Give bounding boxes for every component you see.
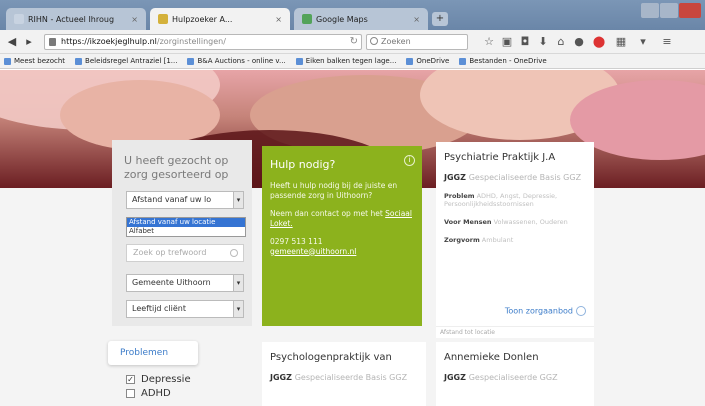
result-footer: Afstand tot locatie bbox=[436, 326, 594, 338]
help-card: Hulp nodig? i Heeft u hulp nodig bij de … bbox=[262, 146, 422, 326]
browser-tab-bar: RIHN - Actueel Ihroug × Hulpzoeker A... … bbox=[0, 0, 705, 30]
sort-select[interactable]: Afstand vanaf uw lo ▾ bbox=[126, 191, 244, 209]
chevron-down-icon[interactable]: ▾ bbox=[636, 35, 650, 49]
extension-icon[interactable]: ▦ bbox=[614, 35, 628, 49]
page-icon bbox=[14, 14, 24, 24]
age-select[interactable]: Leeftijd cliënt ▾ bbox=[126, 300, 244, 318]
back-arrow-icon[interactable]: ◀ bbox=[5, 35, 19, 49]
sort-dropdown-list: Afstand vanaf uw locatie Alfabet bbox=[126, 217, 246, 237]
result-name: Psychiatrie Praktijk J.A bbox=[444, 152, 556, 163]
tab-hulpzoeker[interactable]: Hulpzoeker A... × bbox=[150, 8, 290, 30]
bookmark-item[interactable]: Eiken balken tegen lage... bbox=[295, 57, 396, 65]
result-category: JGGZ Gespecialiseerde Basis GGZ bbox=[444, 173, 582, 182]
url-path: /zorginstellingen/ bbox=[156, 37, 226, 46]
close-icon[interactable]: × bbox=[275, 15, 282, 24]
url-host: https://ikzoekjeglhulp.nl bbox=[61, 37, 157, 46]
dropdown-option[interactable]: Afstand vanaf uw locatie bbox=[127, 218, 245, 227]
page-content: U heeft gezocht op zorg gesorteerd op Af… bbox=[0, 70, 705, 406]
help-contact-details: 0297 513 111 gemeente@uithoorn.nl bbox=[270, 237, 414, 256]
addon-icon[interactable]: ● bbox=[572, 35, 586, 49]
keyword-search-input[interactable]: Zoek op trefwoord bbox=[126, 244, 244, 262]
cloud-icon bbox=[406, 57, 414, 65]
close-icon[interactable]: × bbox=[413, 15, 420, 24]
show-offer-link[interactable]: Toon zorgaanbod bbox=[505, 306, 586, 316]
forward-arrow-icon[interactable]: ▸ bbox=[22, 35, 36, 49]
bookmark-icon bbox=[187, 57, 195, 65]
minimize-button[interactable] bbox=[641, 3, 659, 18]
result-field: Voor Mensen Volwassenen, Ouderen bbox=[444, 218, 568, 226]
bookmark-star-icon[interactable]: ☆ bbox=[482, 35, 496, 49]
home-icon[interactable]: ⌂ bbox=[554, 35, 568, 49]
adblock-icon[interactable]: ⬤ bbox=[592, 35, 606, 49]
dropdown-option[interactable]: Alfabet bbox=[127, 227, 245, 236]
pocket-icon[interactable]: ◘ bbox=[518, 35, 532, 49]
bookmark-item[interactable]: B&A Auctions - online v... bbox=[187, 57, 286, 65]
bookmark-item[interactable]: Beleidsregel Antraziel [1... bbox=[75, 57, 177, 65]
bookmark-icon bbox=[295, 57, 303, 65]
result-category: JGGZ Gespecialiseerde GGZ bbox=[444, 373, 558, 382]
maximize-button[interactable] bbox=[660, 3, 678, 18]
filter-checkbox-row[interactable]: ADHD bbox=[126, 388, 171, 399]
search-icon bbox=[370, 37, 378, 45]
bookmark-icon bbox=[75, 57, 83, 65]
reload-icon[interactable]: ↻ bbox=[350, 35, 358, 49]
bookmark-item[interactable]: Bestanden - OneDrive bbox=[459, 57, 547, 65]
problems-filter-toggle[interactable]: Problemen bbox=[108, 341, 198, 365]
result-category: JGGZ Gespecialiseerde Basis GGZ bbox=[270, 373, 408, 382]
result-card[interactable]: Psychologenpraktijk van JGGZ Gespecialis… bbox=[262, 342, 426, 406]
window-close-button[interactable] bbox=[679, 3, 701, 18]
menu-icon[interactable]: ≡ bbox=[660, 35, 674, 49]
address-bar[interactable]: https://ikzoekjeglhulp.nl/zorginstelling… bbox=[44, 34, 362, 50]
bookmarks-bar: Meest bezocht Beleidsregel Antraziel [1.… bbox=[0, 54, 705, 69]
chevron-down-icon: ▾ bbox=[233, 275, 243, 291]
new-tab-button[interactable]: + bbox=[432, 12, 448, 26]
browser-search-input[interactable]: Zoeken bbox=[366, 34, 468, 50]
filter-checkbox-row[interactable]: ✓ Depressie bbox=[126, 374, 191, 385]
help-text: Heeft u hulp nodig bij de juiste en pass… bbox=[270, 181, 398, 200]
result-card[interactable]: Annemieke Donlen JGGZ Gespecialiseerde G… bbox=[436, 342, 594, 406]
reading-list-icon[interactable]: ▣ bbox=[500, 35, 514, 49]
tab-title: Hulpzoeker A... bbox=[172, 14, 233, 24]
browser-nav-bar: ◀ ▸ https://ikzoekjeglhulp.nl/zorginstel… bbox=[0, 30, 705, 54]
search-heading: U heeft gezocht op zorg gesorteerd op bbox=[124, 154, 229, 181]
checkbox-checked[interactable]: ✓ bbox=[126, 375, 135, 384]
result-field: Problem ADHD, Angst, Depressie, Persoonl… bbox=[444, 192, 558, 208]
municipality-select[interactable]: Gemeente Uithoorn ▾ bbox=[126, 274, 244, 292]
tab-google-maps[interactable]: Google Maps × bbox=[294, 8, 428, 30]
result-name: Annemieke Donlen bbox=[444, 352, 539, 363]
help-contact-text: Neem dan contact op met het Sociaal Loke… bbox=[270, 209, 412, 228]
bookmark-item[interactable]: Meest bezocht bbox=[4, 57, 65, 65]
result-card[interactable]: Psychiatrie Praktijk J.A JGGZ Gespeciali… bbox=[436, 142, 594, 338]
maps-icon bbox=[302, 14, 312, 24]
bookmark-icon bbox=[4, 57, 11, 65]
help-title: Hulp nodig? bbox=[270, 158, 336, 171]
tab-rihn[interactable]: RIHN - Actueel Ihroug × bbox=[6, 8, 146, 30]
info-icon bbox=[576, 306, 586, 316]
search-icon bbox=[230, 249, 238, 257]
bookmark-item[interactable]: OneDrive bbox=[406, 57, 449, 65]
lock-icon bbox=[49, 38, 56, 46]
tab-title: RIHN - Actueel Ihroug bbox=[28, 14, 115, 24]
email-link[interactable]: gemeente@uithoorn.nl bbox=[270, 247, 356, 256]
tab-title: Google Maps bbox=[316, 14, 368, 24]
result-name: Psychologenpraktijk van bbox=[270, 352, 392, 363]
search-placeholder: Zoeken bbox=[381, 37, 411, 46]
result-field: Zorgvorm Ambulant bbox=[444, 236, 514, 244]
download-icon[interactable]: ⬇ bbox=[536, 35, 550, 49]
chevron-down-icon: ▾ bbox=[233, 301, 243, 317]
checkbox[interactable] bbox=[126, 389, 135, 398]
info-icon[interactable]: i bbox=[404, 155, 415, 166]
close-icon[interactable]: × bbox=[131, 15, 138, 24]
chevron-down-icon: ▾ bbox=[233, 192, 243, 208]
cloud-icon bbox=[459, 57, 467, 65]
warning-icon bbox=[158, 14, 168, 24]
phone-number: 0297 513 111 bbox=[270, 237, 323, 246]
